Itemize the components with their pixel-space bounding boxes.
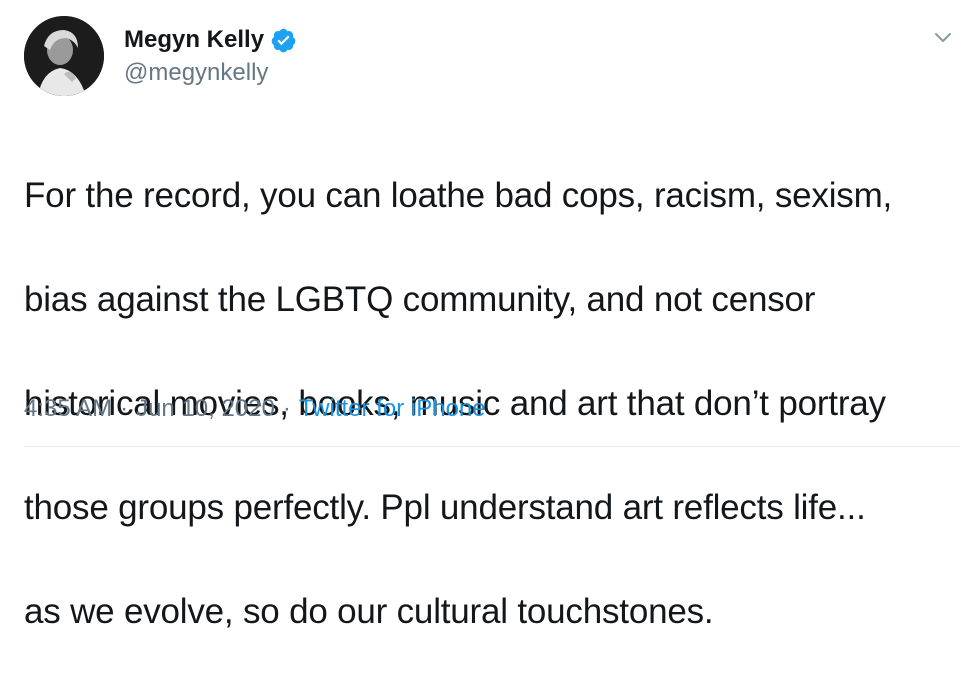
verified-badge-icon	[270, 27, 297, 54]
author-display-name[interactable]: Megyn Kelly	[124, 24, 264, 56]
divider	[24, 446, 960, 447]
tweet-time[interactable]: 4:35 AM	[24, 394, 112, 424]
tweet-text-line: bias against the LGBTQ community, and no…	[24, 280, 816, 319]
tweet-text-line: as we evolve, so do our cultural touchst…	[24, 592, 714, 631]
tweet-text-line: those groups perfectly. Ppl understand a…	[24, 488, 866, 527]
tweet-card: Megyn Kelly @megynkelly For the record, …	[0, 0, 980, 631]
tweet-metadata: 4:35 AM · Jun 10, 2020 · Twitter for iPh…	[24, 394, 486, 424]
meta-separator: ·	[120, 395, 129, 422]
avatar[interactable]	[24, 16, 104, 96]
author-name-row[interactable]: Megyn Kelly	[124, 24, 297, 56]
chevron-down-icon[interactable]	[928, 22, 958, 52]
tweet-date[interactable]: Jun 10, 2020	[136, 394, 275, 424]
meta-separator: ·	[282, 395, 291, 422]
tweet-source-link[interactable]: Twitter for iPhone	[299, 394, 486, 424]
avatar-photo	[24, 16, 104, 96]
tweet-text-line: For the record, you can loathe bad cops,…	[24, 176, 893, 215]
author-handle[interactable]: @megynkelly	[124, 58, 268, 88]
